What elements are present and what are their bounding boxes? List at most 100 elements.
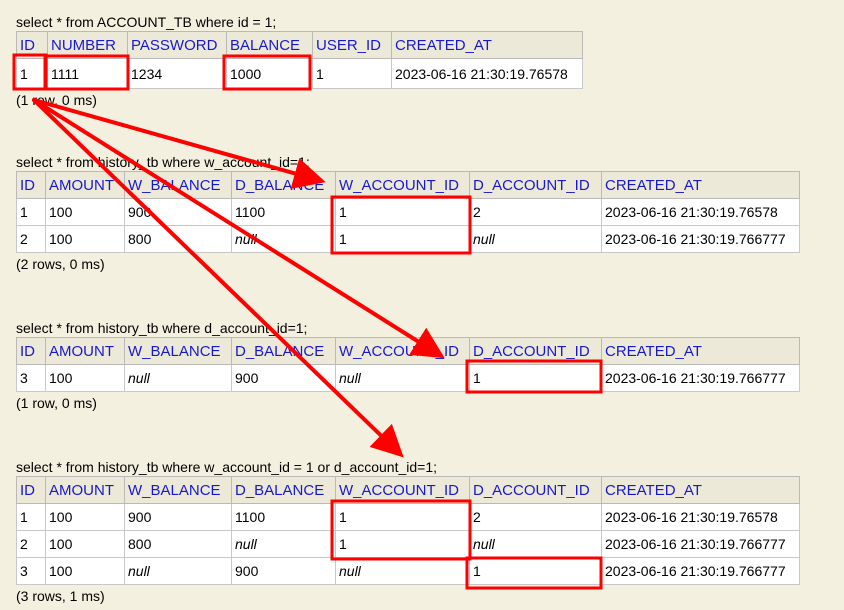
result-block-4: select * from history_tb where w_account…: [16, 458, 800, 605]
table-header-row: ID AMOUNT W_BALANCE D_BALANCE W_ACCOUNT_…: [16, 171, 800, 199]
table-cell: 1: [16, 503, 46, 531]
table-cell: 2023-06-16 21:30:19.766777: [601, 530, 800, 558]
table-cell: 1234: [127, 58, 227, 89]
column-header-number[interactable]: NUMBER: [47, 31, 128, 59]
table-cell: null: [335, 364, 470, 392]
table-row: 1 100 900 1100 1 2 2023-06-16 21:30:19.7…: [16, 198, 800, 226]
column-header-w-balance[interactable]: W_BALANCE: [124, 476, 232, 504]
query-text: select * from history_tb where w_account…: [16, 154, 310, 170]
table-cell: 800: [124, 530, 232, 558]
row-count-info: (3 rows, 1 ms): [16, 588, 105, 604]
table-cell: 3: [16, 364, 46, 392]
table-cell: 100: [45, 503, 125, 531]
table-cell: 900: [124, 198, 232, 226]
table-row: 3 100 null 900 null 1 2023-06-16 21:30:1…: [16, 364, 800, 392]
table-cell: 1: [335, 225, 470, 253]
table-cell: 2: [469, 503, 602, 531]
table-cell: 1: [335, 503, 470, 531]
column-header-user-id[interactable]: USER_ID: [312, 31, 392, 59]
table-cell: null: [231, 530, 336, 558]
column-header-w-account-id[interactable]: W_ACCOUNT_ID: [335, 171, 470, 199]
table-cell: 900: [124, 503, 232, 531]
column-header-w-balance[interactable]: W_BALANCE: [124, 171, 232, 199]
column-header-d-balance[interactable]: D_BALANCE: [231, 171, 336, 199]
table-row: 2 100 800 null 1 null 2023-06-16 21:30:1…: [16, 225, 800, 253]
result-block-2: select * from history_tb where w_account…: [16, 153, 800, 273]
table-cell: 3: [16, 557, 46, 585]
column-header-amount[interactable]: AMOUNT: [45, 476, 125, 504]
table-cell: null: [469, 530, 602, 558]
column-header-balance[interactable]: BALANCE: [226, 31, 313, 59]
column-header-w-balance[interactable]: W_BALANCE: [124, 337, 232, 365]
table-cell: 1100: [231, 198, 336, 226]
table-row: 3 100 null 900 null 1 2023-06-16 21:30:1…: [16, 557, 800, 585]
table-cell: 2: [16, 530, 46, 558]
column-header-password[interactable]: PASSWORD: [127, 31, 227, 59]
column-header-d-account-id[interactable]: D_ACCOUNT_ID: [469, 337, 602, 365]
table-cell: 2023-06-16 21:30:19.766777: [601, 557, 800, 585]
table-cell: 100: [45, 225, 125, 253]
table-cell: 100: [45, 198, 125, 226]
table-cell: 2023-06-16 21:30:19.76578: [601, 198, 800, 226]
table-cell: 1: [335, 530, 470, 558]
column-header-created-at[interactable]: CREATED_AT: [391, 31, 583, 59]
table-cell: 2023-06-16 21:30:19.76578: [391, 58, 583, 89]
table-cell: null: [231, 225, 336, 253]
column-header-id[interactable]: ID: [16, 337, 46, 365]
table-cell: 1: [16, 198, 46, 226]
table-header-row: ID AMOUNT W_BALANCE D_BALANCE W_ACCOUNT_…: [16, 476, 800, 504]
table-cell: 100: [45, 364, 125, 392]
column-header-id[interactable]: ID: [16, 31, 48, 59]
table-row: 1 100 900 1100 1 2 2023-06-16 21:30:19.7…: [16, 503, 800, 531]
table-cell: 2023-06-16 21:30:19.766777: [601, 364, 800, 392]
table-row: 2 100 800 null 1 null 2023-06-16 21:30:1…: [16, 530, 800, 558]
table-cell: 1: [469, 557, 602, 585]
table-cell: 2: [16, 225, 46, 253]
result-block-3: select * from history_tb where d_account…: [16, 319, 800, 412]
result-table: ID NUMBER PASSWORD BALANCE USER_ID CREAT…: [16, 31, 583, 89]
column-header-w-account-id[interactable]: W_ACCOUNT_ID: [335, 476, 470, 504]
table-header-row: ID NUMBER PASSWORD BALANCE USER_ID CREAT…: [16, 31, 583, 59]
column-header-d-balance[interactable]: D_BALANCE: [231, 337, 336, 365]
column-header-id[interactable]: ID: [16, 171, 46, 199]
result-block-1: select * from ACCOUNT_TB where id = 1; I…: [16, 13, 583, 109]
result-table: ID AMOUNT W_BALANCE D_BALANCE W_ACCOUNT_…: [16, 337, 800, 392]
table-cell: 1000: [226, 58, 313, 89]
row-count-info: (2 rows, 0 ms): [16, 256, 105, 272]
table-cell: 1100: [231, 503, 336, 531]
table-cell: 1: [335, 198, 470, 226]
table-cell: 1: [312, 58, 392, 89]
query-text: select * from history_tb where d_account…: [16, 320, 308, 336]
result-table: ID AMOUNT W_BALANCE D_BALANCE W_ACCOUNT_…: [16, 171, 800, 253]
table-cell: 2023-06-16 21:30:19.766777: [601, 225, 800, 253]
table-cell: 2: [469, 198, 602, 226]
table-cell: 100: [45, 530, 125, 558]
table-cell: 1111: [47, 58, 128, 89]
table-cell: 1: [16, 58, 48, 89]
column-header-amount[interactable]: AMOUNT: [45, 337, 125, 365]
table-cell: 900: [231, 557, 336, 585]
table-row: 1 1111 1234 1000 1 2023-06-16 21:30:19.7…: [16, 58, 583, 89]
column-header-id[interactable]: ID: [16, 476, 46, 504]
table-cell: null: [124, 557, 232, 585]
table-cell: 2023-06-16 21:30:19.76578: [601, 503, 800, 531]
column-header-d-account-id[interactable]: D_ACCOUNT_ID: [469, 476, 602, 504]
column-header-created-at[interactable]: CREATED_AT: [601, 476, 800, 504]
column-header-amount[interactable]: AMOUNT: [45, 171, 125, 199]
column-header-d-balance[interactable]: D_BALANCE: [231, 476, 336, 504]
table-cell: 800: [124, 225, 232, 253]
query-text: select * from history_tb where w_account…: [16, 459, 438, 475]
table-cell: null: [335, 557, 470, 585]
row-count-info: (1 row, 0 ms): [16, 395, 97, 411]
column-header-w-account-id[interactable]: W_ACCOUNT_ID: [335, 337, 470, 365]
column-header-d-account-id[interactable]: D_ACCOUNT_ID: [469, 171, 602, 199]
table-header-row: ID AMOUNT W_BALANCE D_BALANCE W_ACCOUNT_…: [16, 337, 800, 365]
column-header-created-at[interactable]: CREATED_AT: [601, 171, 800, 199]
query-text: select * from ACCOUNT_TB where id = 1;: [16, 14, 277, 30]
column-header-created-at[interactable]: CREATED_AT: [601, 337, 800, 365]
result-table: ID AMOUNT W_BALANCE D_BALANCE W_ACCOUNT_…: [16, 476, 800, 585]
table-cell: 1: [469, 364, 602, 392]
table-cell: null: [124, 364, 232, 392]
table-cell: 100: [45, 557, 125, 585]
table-cell: null: [469, 225, 602, 253]
